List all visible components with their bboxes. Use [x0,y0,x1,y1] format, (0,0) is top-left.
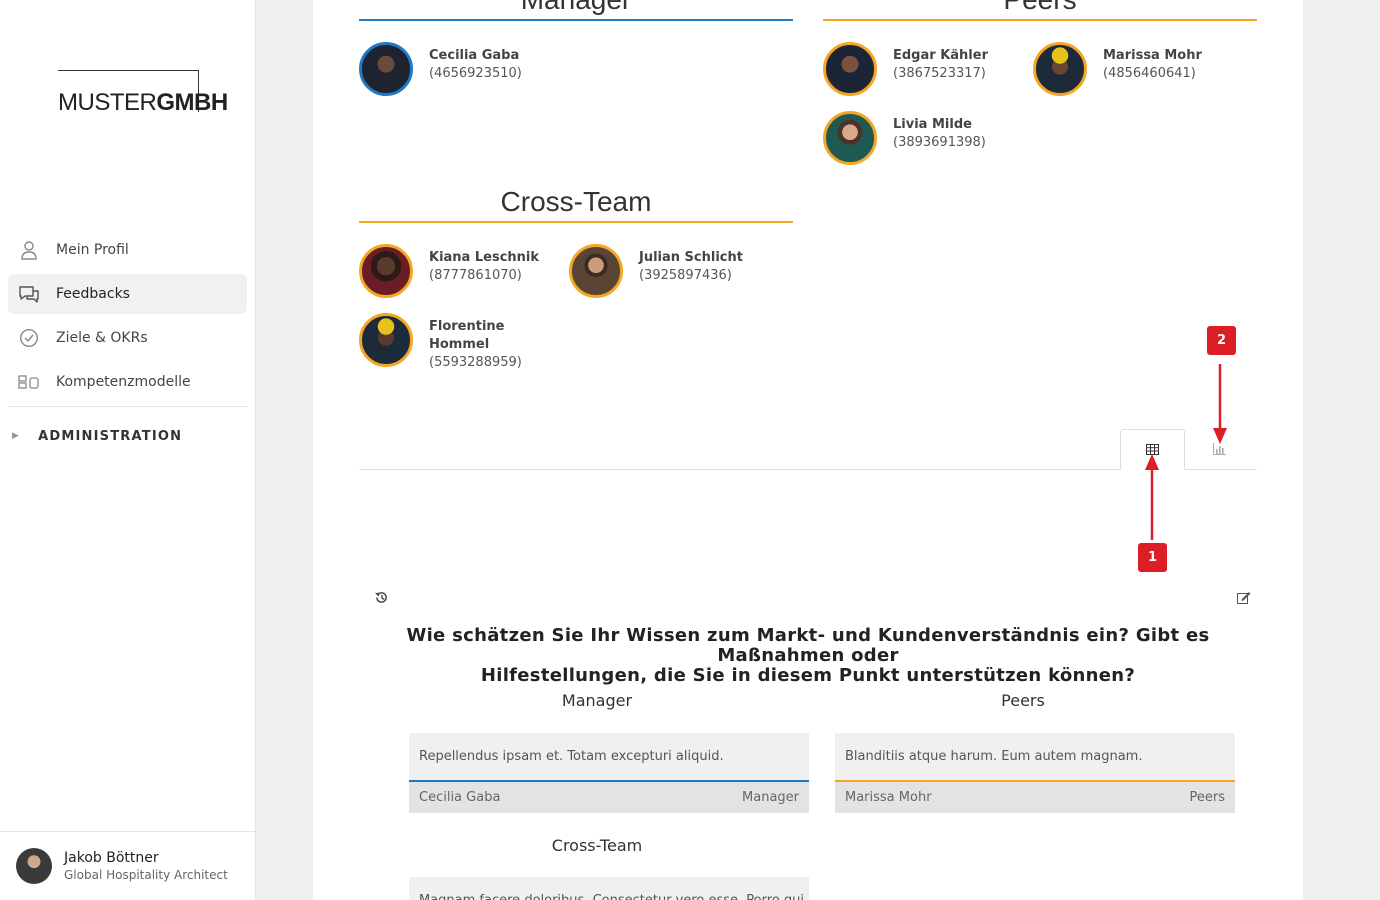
answer-group-label-manager: Manager [561,691,633,710]
user-icon [18,239,40,261]
avatar [359,42,413,96]
group-divider-cross-team [359,221,793,223]
group-divider-peers [823,19,1257,21]
person-card[interactable]: Marissa Mohr (4856460641) [1033,42,1202,96]
person-name: Marissa Mohr [1103,48,1202,63]
sidebar-item-label: Ziele & OKRs [56,330,148,346]
main-nav: Mein Profil Feedbacks Ziele & OKRs Kompe… [8,230,247,465]
person-name-line2: Hommel [429,337,490,352]
annotation-marker-1: 1 [1138,543,1167,572]
person-card[interactable]: Cecilia Gaba (4656923510) [359,42,522,96]
person-name: Livia Milde [893,117,972,132]
sidebar-item-feedbacks[interactable]: Feedbacks [8,274,247,314]
sidebar-item-kompetenzmodelle[interactable]: Kompetenzmodelle [8,362,247,402]
answer-text: Blanditiis atque harum. Eum autem magnam… [835,733,1235,782]
person-name: Edgar Kähler [893,48,988,63]
chat-bubbles-icon [18,283,40,305]
sidebar-item-administration[interactable]: ▶ ADMINISTRATION [8,407,247,465]
answer-card-peers: Blanditiis atque harum. Eum autem magnam… [835,733,1235,813]
person-id: (3925897436) [639,268,732,283]
sidebar: MUSTERGMBH Mein Profil Feedbacks Ziele &… [0,0,256,900]
person-id: (4656923510) [429,66,522,81]
group-title-manager: Manager [359,0,793,16]
group-title-cross-team: Cross-Team [500,186,652,217]
person-id: (3867523317) [893,66,986,81]
answer-group-label-peers: Peers [1001,691,1045,710]
person-name: Cecilia Gaba [429,48,520,63]
answer-text: Magnam facere doloribus. Consectetur ver… [409,877,809,900]
person-id: (5593288959) [429,355,522,370]
answer-group-label-cross-team: Cross-Team [551,836,643,855]
person-id: (3893691398) [893,135,986,150]
person-card[interactable]: Edgar Kähler (3867523317) [823,42,988,96]
question-line-1: Wie schätzen Sie Ihr Wissen zum Markt- u… [406,625,1210,666]
user-name: Jakob Böttner [64,850,159,866]
answer-author: Marissa Mohr [845,790,932,805]
answer-role: Peers [1189,790,1226,805]
avatar [1033,42,1087,96]
avatar [359,313,413,367]
avatar [823,111,877,165]
answer-role: Manager [742,790,799,805]
person-card[interactable]: Livia Milde (3893691398) [823,111,986,165]
caret-right-icon: ▶ [12,431,21,441]
group-title-peers: Peers [823,0,1257,16]
question-title: Wie schätzen Sie Ihr Wissen zum Markt- u… [359,626,1257,686]
avatar [823,42,877,96]
annotation-marker-2: 2 [1207,326,1236,355]
person-name: Kiana Leschnik [429,250,540,265]
avatar [359,244,413,298]
person-name-line1: Florentine [429,319,505,334]
answer-text: Repellendus ipsam et. Totam excepturi al… [409,733,809,782]
sidebar-item-label: Kompetenzmodelle [56,374,191,390]
company-logo[interactable]: MUSTERGMBH [58,70,228,116]
sidebar-item-label: Mein Profil [56,242,129,258]
person-card[interactable]: Julian Schlicht (3925897436) [569,244,743,298]
sidebar-item-ziele-okrs[interactable]: Ziele & OKRs [8,318,247,358]
sidebar-item-label: ADMINISTRATION [38,428,183,444]
person-card[interactable]: Florentine Hommel (5593288959) [359,313,522,372]
person-id: (8777861070) [429,268,522,283]
blocks-icon [18,371,40,393]
main-content: Manager Cecilia Gaba (4656923510) Peers … [313,0,1303,900]
sidebar-item-mein-profil[interactable]: Mein Profil [8,230,247,270]
group-divider-manager [359,19,793,21]
person-name: Julian Schlicht [639,250,743,265]
sidebar-item-label: Feedbacks [56,286,130,302]
answer-footer: Cecilia Gaba Manager [409,782,809,813]
answer-card-cross-team: Magnam facere doloribus. Consectetur ver… [409,877,809,900]
check-circle-icon [18,327,40,349]
user-profile[interactable]: Jakob Böttner Global Hospitality Archite… [0,831,255,900]
question-line-2: Hilfestellungen, die Sie in diesem Punkt… [480,665,1136,686]
annotation-arrows [1145,364,1227,540]
person-id: (4856460641) [1103,66,1196,81]
avatar [569,244,623,298]
edit-icon[interactable] [1235,588,1253,606]
history-icon[interactable] [372,588,390,606]
person-card[interactable]: Kiana Leschnik (8777861070) [359,244,539,298]
answer-card-manager: Repellendus ipsam et. Totam excepturi al… [409,733,809,813]
answer-author: Cecilia Gaba [419,790,501,805]
answer-footer: Marissa Mohr Peers [835,782,1235,813]
avatar [16,848,52,884]
user-role: Global Hospitality Architect [64,868,228,882]
